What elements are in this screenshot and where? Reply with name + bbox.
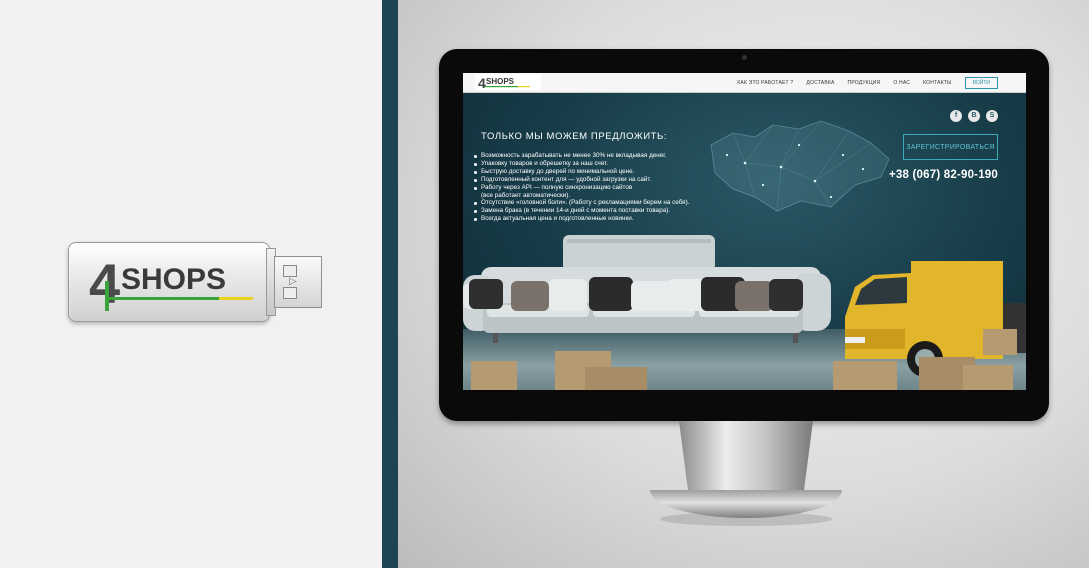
camera-icon: [742, 55, 747, 60]
left-panel: 4 SHOPS ▷: [0, 0, 382, 568]
svg-text:4: 4: [478, 75, 486, 90]
monitor-neck: [679, 421, 813, 493]
benefit-item: Всегда актуальная цена и подготовленные …: [473, 215, 689, 223]
site-logo[interactable]: 4 SHOPS: [475, 74, 541, 90]
usb-plug: ▷: [274, 256, 322, 308]
svg-text:SHOPS: SHOPS: [121, 263, 226, 296]
benefit-item: Подготовленный контент для — удобной заг…: [473, 176, 689, 184]
svg-text:SHOPS: SHOPS: [486, 77, 515, 86]
nav-products[interactable]: ПРОДУКЦИЯ: [848, 80, 881, 86]
sofa-graphic: [463, 235, 831, 343]
hero-illustration: [463, 235, 1026, 390]
benefit-item: Возможность зарабатывать не менее 30% не…: [473, 152, 689, 160]
phone-number: +38 (067) 82-90-190: [889, 169, 998, 181]
4shops-logo: 4 SHOPS: [89, 252, 253, 313]
hero-title: ТОЛЬКО МЫ МОЖЕМ ПРЕДЛОЖИТЬ:: [481, 131, 668, 142]
benefit-item: Быструю доставку до дверей по минимально…: [473, 168, 689, 176]
monitor-screen: 4 SHOPS КАК ЭТО РАБОТАЕТ ? ДОСТАВКА ПРОД…: [463, 73, 1026, 390]
site-nav: КАК ЭТО РАБОТАЕТ ? ДОСТАВКА ПРОДУКЦИЯ О …: [737, 73, 998, 92]
svg-text:4: 4: [89, 252, 120, 313]
divider-stripe: [382, 0, 398, 568]
site-header: 4 SHOPS КАК ЭТО РАБОТАЕТ ? ДОСТАВКА ПРОД…: [463, 73, 1026, 93]
facebook-icon[interactable]: f: [950, 110, 962, 122]
nav-delivery[interactable]: ДОСТАВКА: [806, 80, 834, 86]
ukraine-map-graphic: [710, 120, 890, 212]
skype-icon[interactable]: S: [986, 110, 998, 122]
usb-arrow-icon: ▷: [289, 276, 297, 287]
social-links: f В S: [950, 110, 998, 122]
nav-contacts[interactable]: КОНТАКТЫ: [923, 80, 952, 86]
benefits-list: Возможность зарабатывать не менее 30% не…: [473, 152, 689, 223]
usb-stick: 4 SHOPS ▷: [68, 242, 322, 322]
benefit-item: Работу через API — полную синхронизацию …: [473, 184, 689, 200]
usb-body: 4 SHOPS: [68, 242, 270, 322]
monitor: 4 SHOPS КАК ЭТО РАБОТАЕТ ? ДОСТАВКА ПРОД…: [439, 49, 1049, 421]
vk-icon[interactable]: В: [968, 110, 980, 122]
hero-section: ТОЛЬКО МЫ МОЖЕМ ПРЕДЛОЖИТЬ: Возможность …: [463, 93, 1026, 390]
register-button[interactable]: ЗАРЕГИСТРИРОВАТЬСЯ: [903, 134, 998, 160]
benefit-item: Упаковку товаров и обрешетку за наш счет…: [473, 160, 689, 168]
nav-about[interactable]: О НАС: [893, 80, 910, 86]
login-button[interactable]: ВОЙТИ: [964, 76, 998, 89]
benefit-item: Замена брака (в течении 14-и дней с моме…: [473, 207, 689, 215]
nav-how-it-works[interactable]: КАК ЭТО РАБОТАЕТ ?: [737, 80, 793, 86]
